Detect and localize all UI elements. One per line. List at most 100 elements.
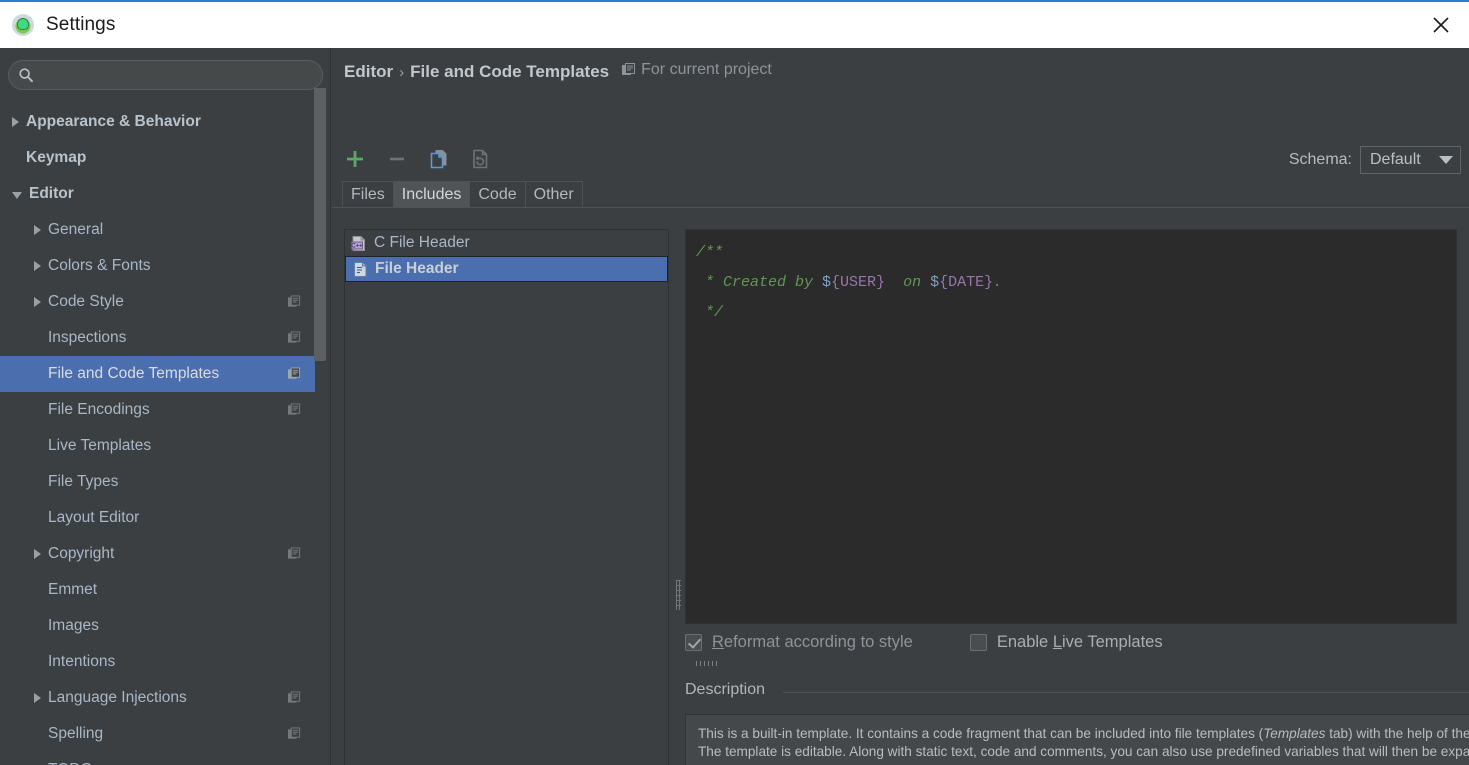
main-panel: Editor › File and Code Templates For cur… bbox=[332, 48, 1469, 765]
settings-tree: Appearance & Behavior Keymap Editor General… bbox=[0, 104, 315, 765]
reformat-checkbox[interactable]: Reformat according to style bbox=[685, 633, 913, 652]
reformat-label: Reformat according to style bbox=[712, 633, 913, 652]
description-paragraph: This is a built-in template. It contains… bbox=[698, 725, 1469, 743]
sidebar-item-images[interactable]: Images bbox=[0, 608, 315, 644]
tab-other[interactable]: Other bbox=[524, 181, 583, 208]
list-item-label: File Header bbox=[375, 260, 459, 277]
reset-icon bbox=[473, 149, 488, 169]
live-templates-label: Enable Live Templates bbox=[997, 633, 1163, 652]
android-studio-icon bbox=[12, 14, 34, 36]
sidebar-item-file-encodings[interactable]: File Encodings bbox=[0, 392, 315, 428]
breadcrumb-parent[interactable]: Editor bbox=[344, 62, 393, 82]
sidebar-item-appearance-behavior[interactable]: Appearance & Behavior bbox=[0, 104, 315, 140]
sidebar-item-layout-editor[interactable]: Layout Editor bbox=[0, 500, 315, 536]
description-part: The template is editable. Along with sta… bbox=[698, 744, 1469, 759]
sidebar-scrollbar[interactable] bbox=[314, 48, 326, 711]
sidebar-item-emmet[interactable]: Emmet bbox=[0, 572, 315, 608]
sidebar-item-language-injections[interactable]: Language Injections bbox=[0, 680, 315, 716]
template-tabs: Files Includes Code Other bbox=[342, 181, 583, 208]
close-icon bbox=[1433, 17, 1449, 33]
tab-files[interactable]: Files bbox=[342, 181, 393, 208]
chevron-right-icon[interactable] bbox=[34, 297, 41, 307]
sidebar-item-editor[interactable]: Editor bbox=[0, 176, 315, 212]
description-part: Templates bbox=[1263, 726, 1326, 741]
sidebar-item-label: Intentions bbox=[48, 653, 116, 670]
chevron-right-icon[interactable] bbox=[12, 117, 19, 127]
code-line: * Created by ${USER} on ${DATE}. bbox=[696, 268, 1446, 298]
sidebar-item-file-and-code-templates[interactable]: File and Code Templates bbox=[0, 356, 315, 392]
list-item[interactable]: File Header bbox=[345, 256, 668, 282]
template-code-editor[interactable]: /** * Created by ${USER} on ${DATE}. */ bbox=[685, 229, 1457, 624]
live-templates-drag-handle[interactable] bbox=[696, 661, 718, 666]
schema-label: Schema: bbox=[1288, 151, 1352, 168]
splitter-grip[interactable] bbox=[676, 580, 681, 610]
description-text: This is a built-in template. It contains… bbox=[686, 715, 1469, 761]
code-token-comment: */ bbox=[696, 304, 724, 321]
schema-dropdown[interactable]: Default bbox=[1360, 146, 1461, 174]
sidebar-item-live-templates[interactable]: Live Templates bbox=[0, 428, 315, 464]
breadcrumb-separator: › bbox=[399, 64, 405, 81]
reformat-mnemonic: R bbox=[712, 633, 724, 651]
tab-includes[interactable]: Includes bbox=[392, 181, 470, 208]
code-content: /** * Created by ${USER} on ${DATE}. */ bbox=[686, 230, 1456, 336]
sidebar-item-keymap[interactable]: Keymap bbox=[0, 140, 315, 176]
sidebar-item-label: Language Injections bbox=[48, 689, 187, 706]
sidebar-item-copyright[interactable]: Copyright bbox=[0, 536, 315, 572]
chevron-right-icon[interactable] bbox=[34, 225, 41, 235]
live-templates-label-pre: Enable bbox=[996, 633, 1053, 651]
chevron-right-icon[interactable] bbox=[34, 549, 41, 559]
description-divider bbox=[783, 692, 1469, 693]
panel-splitter[interactable] bbox=[673, 218, 685, 765]
live-templates-checkbox[interactable]: Enable Live Templates bbox=[969, 633, 1163, 652]
remove-template-button[interactable] bbox=[382, 144, 412, 174]
sidebar-item-colors-fonts[interactable]: Colors & Fonts bbox=[0, 248, 315, 284]
sidebar-item-intentions[interactable]: Intentions bbox=[0, 644, 315, 680]
scope-note: For current project bbox=[622, 61, 772, 79]
code-line: */ bbox=[696, 298, 1446, 328]
chevron-down-icon[interactable] bbox=[12, 191, 22, 199]
project-scope-icon bbox=[288, 331, 301, 343]
description-box: This is a built-in template. It contains… bbox=[685, 714, 1469, 765]
sidebar-item-inspections[interactable]: Inspections bbox=[0, 320, 315, 356]
description-group: Description This is a built-in template.… bbox=[685, 681, 1469, 765]
sidebar-item-code-style[interactable]: Code Style bbox=[0, 284, 315, 320]
list-item[interactable]: C++ C File Header bbox=[345, 230, 668, 256]
chevron-right-icon[interactable] bbox=[34, 261, 41, 271]
code-token-variable: {USER} bbox=[831, 274, 886, 291]
tab-code[interactable]: Code bbox=[469, 181, 525, 208]
sidebar-item-spelling[interactable]: Spelling bbox=[0, 716, 315, 752]
plus-icon bbox=[347, 151, 363, 167]
sidebar-item-label: Inspections bbox=[48, 329, 127, 346]
title-bar: Settings bbox=[0, 2, 1469, 48]
sidebar-item-label: File Types bbox=[48, 473, 119, 490]
sidebar-item-label: Images bbox=[48, 617, 99, 634]
add-template-button[interactable] bbox=[340, 144, 370, 174]
code-token-dollar: $ bbox=[822, 274, 832, 291]
checkbox-box bbox=[685, 634, 702, 651]
breadcrumb-current: File and Code Templates bbox=[410, 62, 610, 81]
sidebar-scrollbar-thumb[interactable] bbox=[314, 88, 326, 361]
copy-icon bbox=[430, 150, 447, 169]
sidebar-item-general[interactable]: General bbox=[0, 212, 315, 248]
scope-note-label: For current project bbox=[641, 61, 772, 78]
reformat-label-rest: eformat according to style bbox=[723, 633, 913, 651]
schema-value: Default bbox=[1370, 151, 1421, 168]
search-input[interactable] bbox=[40, 67, 310, 83]
search-box[interactable] bbox=[8, 60, 323, 90]
reset-template-button[interactable] bbox=[466, 144, 496, 174]
text-file-icon bbox=[354, 261, 367, 277]
settings-sidebar: Appearance & Behavior Keymap Editor General… bbox=[0, 48, 331, 765]
sidebar-item-label: File Encodings bbox=[48, 401, 150, 418]
sidebar-item-todo[interactable]: TODO bbox=[0, 752, 315, 765]
chevron-right-icon[interactable] bbox=[34, 693, 41, 703]
project-scope-icon bbox=[288, 403, 301, 415]
sidebar-item-label: General bbox=[48, 221, 104, 238]
close-button[interactable] bbox=[1413, 2, 1469, 48]
sidebar-item-file-types[interactable]: File Types bbox=[0, 464, 315, 500]
sidebar-item-label: Keymap bbox=[26, 149, 87, 166]
search-icon bbox=[19, 68, 33, 83]
description-part: This is a built-in template. It contains… bbox=[698, 726, 1264, 741]
live-templates-mnemonic: L bbox=[1052, 633, 1062, 651]
copy-template-button[interactable] bbox=[424, 144, 454, 174]
code-token-comment: . bbox=[993, 274, 1003, 291]
